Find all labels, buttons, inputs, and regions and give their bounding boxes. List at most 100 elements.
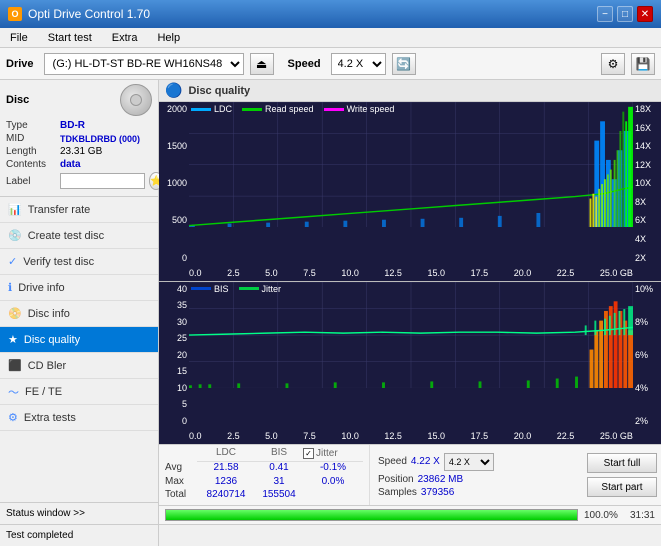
ldc-header: LDC xyxy=(197,447,255,462)
bis-header: BIS xyxy=(255,447,303,462)
type-label: Type xyxy=(6,120,56,131)
disc-info-icon: 📀 xyxy=(8,307,22,320)
top-chart: LDC Read speed Write speed 2000150010005… xyxy=(159,102,661,282)
stats-table: LDC BIS ✓ Jitter Avg 21.58 0.41 -0.1% Ma… xyxy=(159,445,369,505)
status-window-button[interactable]: Status window >> xyxy=(0,502,158,524)
bottom-bar: Test completed xyxy=(0,524,661,546)
mid-value: TDKBLDRBD (000) xyxy=(60,134,140,144)
ldc-legend-label: LDC xyxy=(214,104,232,114)
max-label: Max xyxy=(165,476,197,490)
nav-items: 📊 Transfer rate 💿 Create test disc ✓ Ver… xyxy=(0,197,158,502)
progress-track xyxy=(165,509,578,521)
total-jitter xyxy=(303,489,363,503)
max-jitter: 0.0% xyxy=(303,476,363,490)
jitter-legend-label: Jitter xyxy=(262,284,282,294)
menu-start-test[interactable]: Start test xyxy=(42,31,98,45)
bottom-x-labels: 0.02.55.07.510.012.515.017.520.022.525.0… xyxy=(189,428,633,444)
title-bar: O Opti Drive Control 1.70 − □ ✕ xyxy=(0,0,661,28)
nav-disc-quality[interactable]: ★ Disc quality xyxy=(0,327,158,353)
nav-extra-tests[interactable]: ⚙ Extra tests xyxy=(0,405,158,431)
progress-fill xyxy=(166,510,577,520)
bottom-chart: BIS Jitter 4035302520151050 10%8%6%4%2% … xyxy=(159,282,661,444)
top-chart-svg xyxy=(189,102,633,227)
nav-transfer-rate[interactable]: 📊 Transfer rate xyxy=(0,197,158,223)
main-area: Disc Type BD-R MID TDKBLDRBD (000) Lengt… xyxy=(0,80,661,524)
drive-label: Drive xyxy=(6,58,34,70)
bottom-y-labels-left: 4035302520151050 xyxy=(159,282,189,428)
jitter-checkbox[interactable]: ✓ xyxy=(303,448,314,459)
speed-label: Speed xyxy=(288,58,321,70)
top-y-labels-right: 18X16X14X12X10X8X6X4X2X xyxy=(633,102,661,265)
toolbar: Drive (G:) HL-DT-ST BD-RE WH16NS48 1.D3 … xyxy=(0,48,661,80)
speed-section: Speed 4.22 X 4.2 X Position 23862 MB Sam… xyxy=(369,445,502,505)
settings-button[interactable]: ⚙ xyxy=(601,53,625,75)
minimize-button[interactable]: − xyxy=(597,6,613,22)
drive-select[interactable]: (G:) HL-DT-ST BD-RE WH16NS48 1.D3 xyxy=(44,53,244,75)
position-label: Position xyxy=(378,474,414,485)
chart-title: Disc quality xyxy=(188,85,250,97)
top-x-labels: 0.02.55.07.510.012.515.017.520.022.525.0… xyxy=(189,265,633,281)
length-value: 23.31 GB xyxy=(60,146,102,157)
max-ldc: 1236 xyxy=(197,476,255,490)
position-value: 23862 MB xyxy=(418,474,464,485)
mid-label: MID xyxy=(6,133,56,144)
nav-disc-info[interactable]: 📀 Disc info xyxy=(0,301,158,327)
maximize-button[interactable]: □ xyxy=(617,6,633,22)
contents-label: Contents xyxy=(6,159,56,170)
samples-label: Samples xyxy=(378,487,417,498)
total-ldc: 8240714 xyxy=(197,489,255,503)
bottom-chart-svg xyxy=(189,282,633,388)
avg-ldc: 21.58 xyxy=(197,462,255,476)
refresh-button[interactable]: 🔄 xyxy=(392,53,416,75)
read-legend-color xyxy=(242,108,262,111)
nav-verify-test-disc[interactable]: ✓ Verify test disc xyxy=(0,249,158,275)
drive-info-icon: ℹ xyxy=(8,281,12,294)
cd-bler-icon: ⬛ xyxy=(8,359,22,372)
action-buttons: Start full Start part xyxy=(583,445,661,505)
nav-cd-bler[interactable]: ⬛ CD Bler xyxy=(0,353,158,379)
chart-header: 🔵 Disc quality xyxy=(159,80,661,102)
progress-container: 100.0% 31:31 xyxy=(159,506,661,524)
start-part-button[interactable]: Start part xyxy=(587,477,657,497)
bis-legend-label: BIS xyxy=(214,284,229,294)
close-button[interactable]: ✕ xyxy=(637,6,653,22)
status-text: Test completed xyxy=(0,525,159,546)
progress-text: 100.0% xyxy=(584,510,624,521)
length-label: Length xyxy=(6,146,56,157)
menu-bar: File Start test Extra Help xyxy=(0,28,661,48)
top-y-labels-left: 2000150010005000 xyxy=(159,102,189,265)
read-legend-label: Read speed xyxy=(265,104,314,114)
left-panel: Disc Type BD-R MID TDKBLDRBD (000) Lengt… xyxy=(0,80,159,524)
stats-bar: LDC BIS ✓ Jitter Avg 21.58 0.41 -0.1% Ma… xyxy=(159,444,661,524)
menu-help[interactable]: Help xyxy=(151,31,186,45)
disc-section: Disc Type BD-R MID TDKBLDRBD (000) Lengt… xyxy=(0,80,158,197)
max-bis: 31 xyxy=(255,476,303,490)
eject-button[interactable]: ⏏ xyxy=(250,53,274,75)
nav-fe-te[interactable]: 〜 FE / TE xyxy=(0,379,158,405)
speed-value: 4.22 X xyxy=(411,456,440,467)
samples-value: 379356 xyxy=(421,487,454,498)
avg-bis: 0.41 xyxy=(255,462,303,476)
nav-create-test-disc[interactable]: 💿 Create test disc xyxy=(0,223,158,249)
avg-jitter: -0.1% xyxy=(303,462,363,476)
speed-select-stat[interactable]: 4.2 X xyxy=(444,453,494,471)
jitter-header: Jitter xyxy=(316,448,338,459)
verify-test-icon: ✓ xyxy=(8,255,17,268)
nav-drive-info[interactable]: ℹ Drive info xyxy=(0,275,158,301)
charts-wrapper: LDC Read speed Write speed 2000150010005… xyxy=(159,102,661,444)
start-full-button[interactable]: Start full xyxy=(587,453,657,473)
type-value: BD-R xyxy=(60,120,85,131)
menu-extra[interactable]: Extra xyxy=(106,31,144,45)
contents-value: data xyxy=(60,159,81,170)
speed-select[interactable]: 4.2 X xyxy=(331,53,386,75)
ldc-legend-color xyxy=(191,108,211,111)
label-label: Label xyxy=(6,176,56,187)
app-title: Opti Drive Control 1.70 xyxy=(28,7,150,21)
extra-tests-icon: ⚙ xyxy=(8,411,18,424)
fe-te-icon: 〜 xyxy=(8,384,19,400)
menu-file[interactable]: File xyxy=(4,31,34,45)
label-input[interactable] xyxy=(60,173,145,189)
total-bis: 155504 xyxy=(255,489,303,503)
disc-quality-icon: ★ xyxy=(8,333,18,346)
save-button[interactable]: 💾 xyxy=(631,53,655,75)
